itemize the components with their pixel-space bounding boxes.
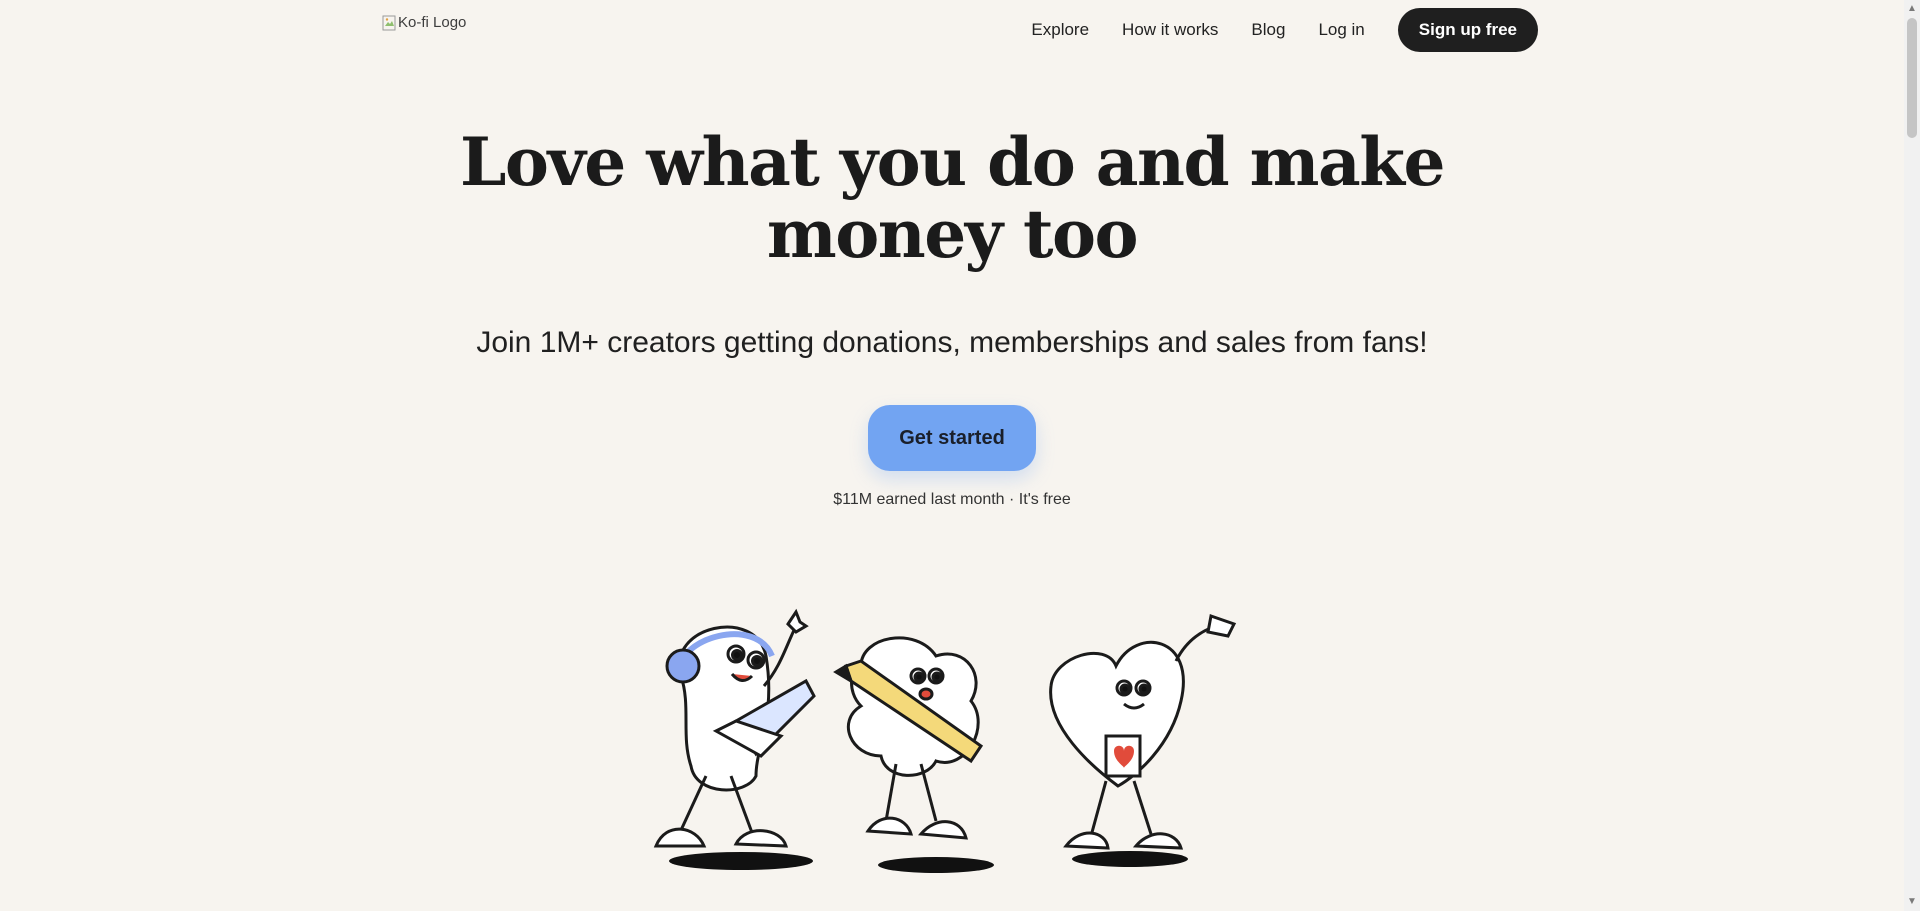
heart-mug-mascot [1049,614,1237,850]
hero-title: Love what you do and make money too [0,126,1904,270]
nav-blog[interactable]: Blog [1251,20,1285,40]
scroll-up-icon[interactable]: ▲ [1907,2,1917,16]
laptop-mascot [653,608,816,848]
creators-mascots-illustration [653,608,1237,873]
mascot-shadow-right [1072,851,1188,867]
nav-log-in[interactable]: Log in [1318,20,1364,40]
ko-fi-logo-alt-text: Ko-fi Logo [398,14,467,31]
mascot-shadow-middle [878,857,994,873]
hero-subtitle: Join 1M+ creators getting donations, mem… [476,326,1428,359]
scrollbar-thumb[interactable] [1907,18,1917,138]
ko-fi-logo[interactable]: Ko-fi Logo [382,14,466,31]
nav-explore[interactable]: Explore [1031,20,1089,40]
broken-image-icon [382,15,396,31]
nav-how-it-works[interactable]: How it works [1122,20,1218,40]
sign-up-free-button[interactable]: Sign up free [1397,8,1538,52]
hero-title-line-1: Love what you do and make [460,123,1445,201]
top-navigation: Ko-fi Logo Explore How it works Blog Log… [0,0,1904,60]
page-scrollbar[interactable]: ▲ ▼ [1904,0,1920,911]
earned-note: $11M earned last month · It's free [833,491,1071,508]
get-started-button[interactable]: Get started [868,405,1036,471]
scroll-down-icon[interactable]: ▼ [1907,895,1917,909]
hero-title-line-2: money too [766,195,1139,273]
nav-links: Explore How it works Blog Log in Sign up… [1031,8,1538,52]
mascot-shadow-left [669,852,813,870]
hero-illustration [636,606,1276,882]
pencil-mascot [833,636,984,840]
